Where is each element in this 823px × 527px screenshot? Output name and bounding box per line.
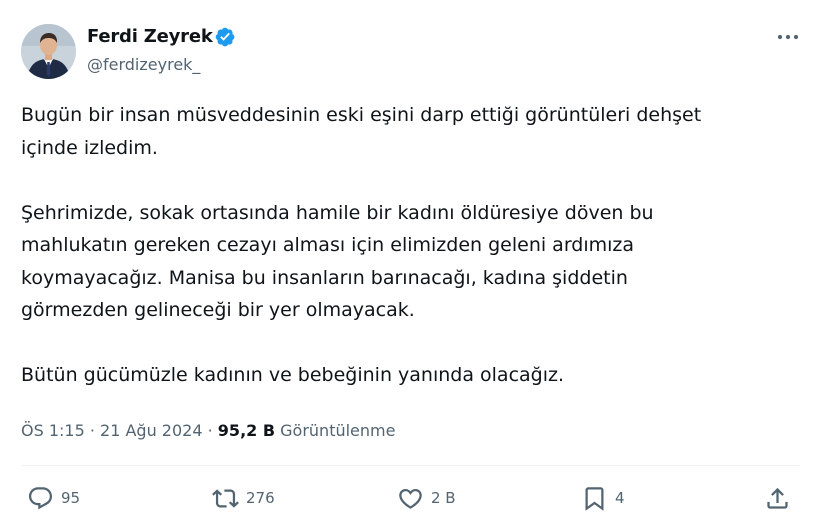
- reply-count: 95: [61, 489, 81, 507]
- bookmark-button[interactable]: 4: [581, 484, 625, 512]
- bookmark-icon: [585, 486, 604, 511]
- tweet-line: mahlukatın gereken cezayı alması için el…: [21, 234, 635, 256]
- retweet-button[interactable]: 276: [212, 484, 275, 512]
- bookmark-count: 4: [615, 489, 625, 507]
- tweet-meta: ÖS 1:15 · 21 Ağu 2024 · 95,2 B Görüntüle…: [21, 419, 395, 443]
- tweet-line: Bugün bir insan müsveddesinin eski eşini…: [21, 104, 702, 126]
- meta-separator: ·: [84, 421, 101, 440]
- like-button[interactable]: 2 B: [397, 484, 456, 512]
- share-icon: [767, 487, 788, 509]
- verified-badge-icon: [215, 27, 235, 47]
- meta-separator: ·: [202, 421, 218, 440]
- handle[interactable]: @ferdizeyrek_: [87, 53, 200, 77]
- tweet-text: Bugün bir insan müsveddesinin eski eşini…: [21, 99, 801, 392]
- display-name[interactable]: Ferdi Zeyrek: [87, 24, 213, 50]
- heart-icon: [399, 488, 422, 509]
- divider: [21, 465, 800, 466]
- tweet-line: görmezden gelineceği bir yer olmayacak.: [21, 299, 415, 321]
- views-count: 95,2 B: [217, 421, 276, 440]
- tweet-line: koymayacağız. Manisa bu insanların barın…: [21, 266, 628, 289]
- reply-button[interactable]: 95: [27, 484, 80, 512]
- tweet-time[interactable]: ÖS 1:15: [21, 421, 85, 440]
- tweet-line: Bütün gücümüzle kadının ve bebeğinin yan…: [21, 364, 565, 386]
- reply-icon: [28, 486, 53, 509]
- views-label: Görüntülenme: [280, 421, 396, 440]
- tweet-line: içinde izledim.: [21, 136, 158, 159]
- retweet-icon: [212, 488, 239, 508]
- retweet-count: 276: [246, 489, 275, 507]
- share-button[interactable]: [764, 484, 791, 512]
- tweet-line: Şehrimizde, sokak ortasında hamile bir k…: [21, 201, 654, 224]
- more-horizontal-icon[interactable]: [774, 26, 802, 48]
- avatar[interactable]: [21, 24, 76, 79]
- tweet-date[interactable]: 21 Ağu 2024: [100, 421, 203, 440]
- like-count: 2 B: [431, 489, 456, 507]
